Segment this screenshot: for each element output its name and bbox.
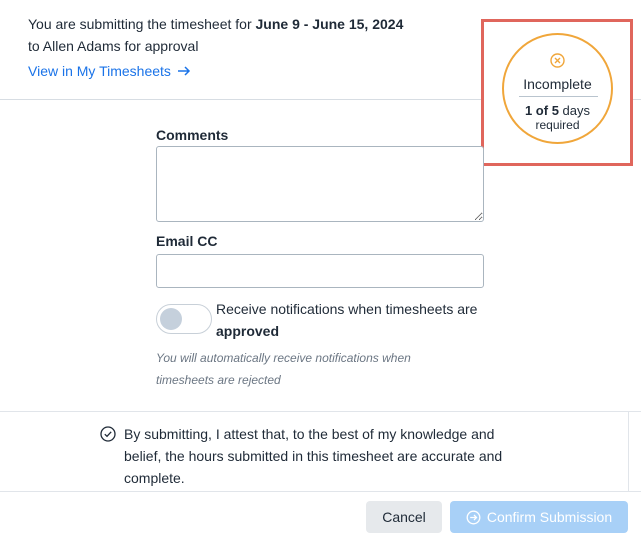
- days-suffix: days: [558, 103, 591, 118]
- hint-line-2: timesheets are rejected: [156, 373, 281, 387]
- confirm-label: Confirm Submission: [486, 509, 613, 525]
- email-cc-input[interactable]: [156, 254, 484, 288]
- status-title: Incomplete: [523, 76, 592, 92]
- status-badge: Incomplete 1 of 5 days required: [502, 33, 613, 144]
- status-days: 1 of 5 days: [504, 103, 611, 118]
- attestation-line-2: belief, the hours submitted in this time…: [124, 448, 503, 464]
- view-link-label: View in My Timesheets: [28, 63, 171, 79]
- attestation-line-3: complete.: [124, 470, 185, 486]
- confirm-submission-button[interactable]: Confirm Submission: [450, 501, 628, 533]
- arrow-right-icon: [177, 66, 190, 76]
- x-circle-icon: [550, 53, 565, 68]
- hint-line-1: You will automatically receive notificat…: [156, 351, 411, 365]
- toggle-text: Receive notifications when timesheets ar…: [216, 301, 478, 317]
- rejected-notification-hint: You will automatically receive notificat…: [156, 347, 411, 391]
- intro-approver: to Allen Adams for approval: [28, 38, 199, 54]
- status-required: required: [535, 118, 580, 132]
- comments-label: Comments: [156, 127, 229, 143]
- view-in-my-timesheets-link[interactable]: View in My Timesheets: [28, 63, 191, 79]
- toggle-bold-text: approved: [216, 323, 280, 339]
- attestation-text: By submitting, I attest that, to the bes…: [124, 423, 504, 489]
- intro-prefix: You are submitting the timesheet for: [28, 16, 256, 32]
- days-complete: 1 of 5: [524, 103, 559, 118]
- toggle-knob: [160, 308, 182, 330]
- attestation-section: By submitting, I attest that, to the bes…: [0, 411, 641, 492]
- arrow-circle-right-icon: [466, 510, 481, 524]
- status-divider: [519, 96, 598, 97]
- toggle-label: Receive notifications when timesheets ar…: [216, 298, 477, 342]
- status-highlight-frame: Incomplete 1 of 5 days required: [481, 19, 633, 166]
- cancel-button[interactable]: Cancel: [366, 501, 442, 533]
- approved-notifications-toggle[interactable]: [156, 304, 212, 334]
- scrollbar[interactable]: [628, 412, 641, 492]
- attestation-line-1: By submitting, I attest that, to the bes…: [124, 426, 495, 442]
- submission-intro: You are submitting the timesheet for Jun…: [28, 13, 403, 57]
- comments-textarea[interactable]: [156, 146, 484, 222]
- email-cc-label: Email CC: [156, 233, 218, 249]
- check-circle-icon: [100, 426, 116, 442]
- date-range: June 9 - June 15, 2024: [255, 16, 404, 32]
